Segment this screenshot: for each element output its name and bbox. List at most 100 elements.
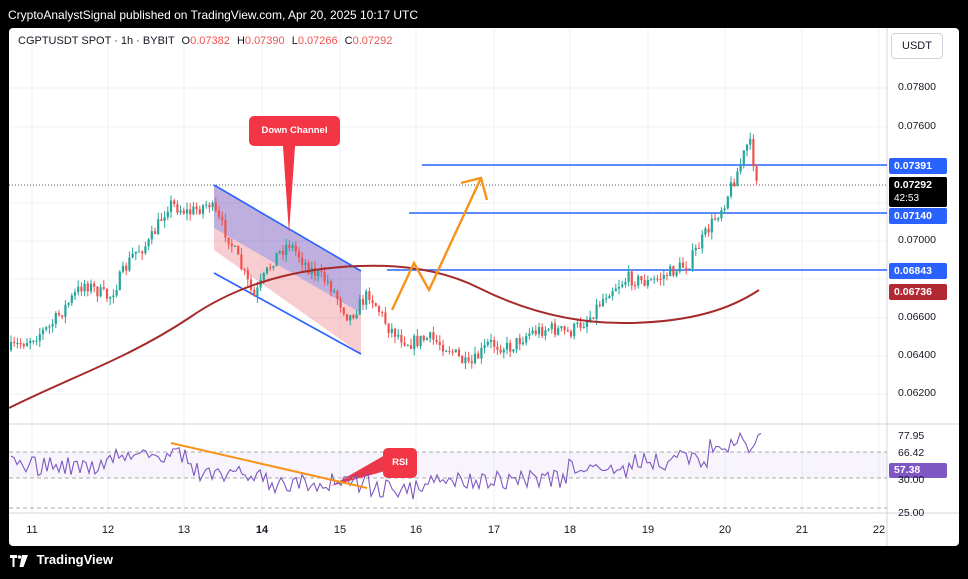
candle-body (502, 349, 505, 353)
candle-body (112, 295, 115, 298)
down-channel-callout[interactable]: Down Channel (249, 116, 340, 146)
candle-body (54, 313, 57, 325)
candle-body (739, 164, 742, 172)
candle-body (237, 245, 240, 255)
candle-body (115, 290, 118, 296)
candle-body (733, 182, 736, 187)
candle-body (397, 334, 400, 337)
candle-body (550, 323, 553, 330)
candle-body (157, 219, 160, 234)
candle-body (80, 286, 83, 292)
close-key: C (344, 35, 353, 47)
candle-body (608, 296, 611, 299)
publish-text: CryptoAnalystSignal published on Trading… (8, 8, 419, 22)
candle-body (86, 283, 89, 292)
candle-body (221, 216, 224, 221)
candle-body (336, 291, 339, 299)
candle-body (377, 306, 381, 313)
candle-body (470, 361, 473, 364)
candle-body (93, 283, 96, 287)
candle-body (515, 338, 518, 350)
candle-body (598, 304, 601, 307)
candle-body (400, 334, 403, 343)
candle-body (656, 278, 659, 280)
candle-body (208, 204, 211, 208)
candle-body (141, 251, 144, 254)
x-tick: 18 (563, 524, 577, 536)
candle-body (179, 210, 182, 213)
candle-body (697, 247, 701, 249)
candle-body (637, 276, 640, 286)
candle-body (153, 231, 157, 234)
candle-body (176, 204, 179, 213)
candle-body (675, 271, 678, 276)
candle-body (707, 228, 710, 233)
currency-button[interactable]: USDT (891, 33, 943, 59)
candle-body (528, 333, 531, 336)
candle-body (48, 326, 51, 328)
candle-body (441, 344, 445, 352)
candle-body (355, 314, 358, 319)
candle-body (102, 287, 105, 289)
candle-body (185, 209, 189, 214)
candle-body (51, 324, 54, 327)
countdown-timer: 42:53 (894, 193, 920, 204)
candle-body (512, 349, 515, 352)
candle-body (192, 206, 195, 215)
candle-body (713, 218, 717, 220)
candle-body (182, 210, 185, 214)
candle-body (416, 335, 419, 347)
candle-body (569, 331, 573, 337)
symbol-legend: CGPTUSDT SPOT · 1h · BYBIT O0.07382 H0.0… (18, 35, 392, 47)
moving-average-line (9, 264, 760, 409)
candle-body (144, 246, 147, 254)
y-tick: 0.07000 (898, 234, 936, 246)
ma-value-label: 0.06736 (889, 284, 947, 300)
candle-body (483, 344, 486, 348)
candle-body (281, 250, 285, 255)
x-tick: 19 (641, 524, 655, 536)
candle-body (553, 323, 557, 335)
candle-body (461, 355, 464, 364)
candle-body (665, 275, 669, 277)
candle-body (525, 335, 528, 343)
last-price-label: 0.07292 42:53 (889, 177, 947, 207)
rsi-callout[interactable]: RSI (383, 448, 417, 478)
x-tick: 21 (795, 524, 809, 536)
x-tick: 14 (255, 524, 269, 536)
candle-body (493, 340, 496, 347)
candle-body (403, 342, 406, 346)
candle-body (451, 351, 454, 353)
candle-body (662, 275, 665, 279)
candle-body (294, 245, 297, 252)
candle-body (278, 250, 281, 253)
candle-body (518, 338, 521, 345)
candle-body (169, 200, 173, 212)
candle-body (262, 273, 265, 280)
candle-body (288, 244, 291, 248)
candle-body (576, 322, 579, 324)
candle-body (749, 138, 752, 145)
candle-body (368, 291, 371, 301)
candle-body (643, 280, 646, 286)
x-tick: 13 (177, 524, 191, 536)
candle-body (422, 335, 425, 341)
candle-body (35, 340, 38, 342)
candle-body (29, 340, 32, 344)
candle-body (579, 322, 582, 328)
candle-body (531, 330, 534, 334)
candle-body (118, 271, 121, 291)
symbol-name[interactable]: CGPTUSDT SPOT · 1h · BYBIT (18, 35, 174, 47)
candle-body (272, 266, 275, 268)
chart-panel[interactable]: CGPTUSDT SPOT · 1h · BYBIT O0.07382 H0.0… (9, 28, 959, 546)
candle-body (253, 289, 256, 297)
chart-canvas[interactable] (9, 28, 959, 546)
candle-body (704, 228, 707, 235)
candle-body (173, 200, 176, 205)
candle-body (480, 347, 483, 359)
candle-body (381, 312, 384, 314)
candle-body (409, 345, 413, 349)
last-price-value: 0.07292 (894, 179, 932, 191)
candle-body (224, 220, 227, 238)
candle-body (195, 206, 198, 210)
